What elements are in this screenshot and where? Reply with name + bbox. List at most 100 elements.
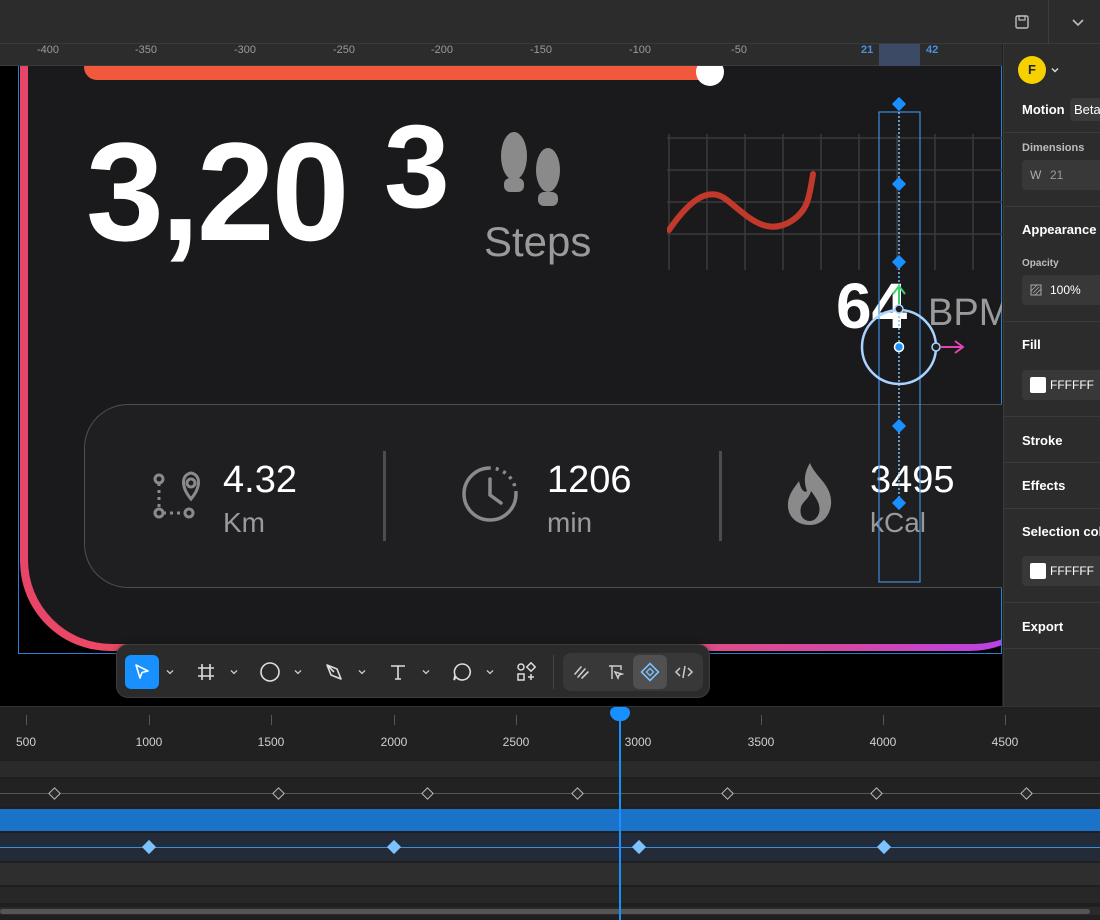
timeline-label: 4500 <box>991 735 1019 749</box>
flame-icon <box>787 463 832 525</box>
export-heading[interactable]: Export <box>1022 619 1063 634</box>
keyframe[interactable] <box>272 787 285 800</box>
steps-progress-bar[interactable] <box>84 66 712 80</box>
keyframe[interactable] <box>1020 787 1033 800</box>
avatar[interactable]: F <box>1018 56 1046 84</box>
stat-divider <box>719 451 722 541</box>
frame-tool-button[interactable] <box>189 655 223 689</box>
fill-swatch[interactable] <box>1030 377 1046 393</box>
keyframe[interactable] <box>421 787 434 800</box>
panel-divider <box>1004 508 1100 509</box>
chevron-down-icon[interactable] <box>1068 12 1088 32</box>
chevron-down-icon[interactable] <box>485 667 495 677</box>
ruler-tick: -100 <box>628 44 652 56</box>
stroke-heading[interactable]: Stroke <box>1022 433 1062 448</box>
timeline-ruler[interactable]: 500 1000 1500 2000 2500 3000 3500 4000 4… <box>0 707 1100 759</box>
track-line <box>0 793 1100 794</box>
duration-value[interactable]: 1206 <box>547 461 632 499</box>
text-tool-button[interactable] <box>381 655 415 689</box>
clock-icon <box>462 466 518 522</box>
pen-tool-icon <box>326 664 342 680</box>
assets-tool-button[interactable] <box>509 655 543 689</box>
steps-count[interactable]: 3,20 <box>86 122 349 262</box>
stats-panel[interactable]: 4.32 Km 1206 min 3495 kCal <box>84 404 1002 588</box>
calories-value[interactable]: 3495 <box>870 461 955 499</box>
timeline-track[interactable] <box>0 833 1100 861</box>
bpm-unit: BPM <box>928 292 1002 334</box>
fill-heading: Fill <box>1022 337 1041 352</box>
dev-mode-button[interactable] <box>667 655 701 689</box>
top-bar-divider <box>1048 0 1049 44</box>
selection-color-field[interactable]: FFFFFF <box>1022 556 1100 586</box>
design-mode-icon <box>609 665 625 680</box>
timeline-track[interactable] <box>0 887 1100 903</box>
timeline-track-selected[interactable] <box>0 809 1100 831</box>
bpm-value[interactable]: 64 <box>836 274 907 338</box>
panel-divider <box>1004 206 1100 207</box>
selection-hex: FFFFFF <box>1050 564 1094 578</box>
keyframe[interactable] <box>876 839 892 855</box>
chevron-down-icon[interactable] <box>165 667 175 677</box>
opacity-label: Opacity <box>1022 258 1059 269</box>
panel-divider <box>1004 648 1100 649</box>
pen-tool-button[interactable] <box>317 655 351 689</box>
timeline-label: 2000 <box>380 735 408 749</box>
ruler-tick: -150 <box>529 44 553 56</box>
keyframe[interactable] <box>141 839 157 855</box>
stat-divider <box>383 451 386 541</box>
design-mode-button[interactable] <box>599 655 633 689</box>
frame-tool-icon <box>198 664 214 680</box>
timeline-label: 1500 <box>257 735 285 749</box>
ellipse-tool-button[interactable] <box>253 655 287 689</box>
timeline-track[interactable] <box>0 779 1100 807</box>
opacity-field[interactable]: 100% <box>1022 275 1100 305</box>
comment-tool-button[interactable] <box>445 655 479 689</box>
chevron-down-icon[interactable] <box>293 667 303 677</box>
keyframe[interactable] <box>721 787 734 800</box>
keyframe[interactable] <box>386 839 402 855</box>
chevron-down-icon[interactable] <box>357 667 367 677</box>
steps-count-last-digit[interactable]: 3 <box>384 108 450 226</box>
ruler-tick: -50 <box>731 44 747 56</box>
selection-colors-heading: Selection col <box>1022 524 1100 539</box>
keyframe[interactable] <box>870 787 883 800</box>
horizontal-ruler: -400 -350 -300 -250 -200 -150 -100 -50 2… <box>0 44 1002 66</box>
fill-color-field[interactable]: FFFFFF <box>1022 370 1100 400</box>
mode-switcher <box>563 653 703 691</box>
timeline-tick <box>883 715 884 725</box>
prototype-mode-button[interactable] <box>633 655 667 689</box>
timeline-scrollbar-thumb[interactable] <box>0 909 1090 914</box>
keyframe[interactable] <box>571 787 584 800</box>
playhead[interactable] <box>619 707 621 920</box>
dev-mode-icon <box>674 665 694 679</box>
ruler-selection-end: 42 <box>926 44 939 56</box>
ruler-tick: -400 <box>36 44 60 56</box>
keyframe[interactable] <box>48 787 61 800</box>
appearance-heading: Appearance <box>1022 222 1097 237</box>
distance-value[interactable]: 4.32 <box>223 461 297 499</box>
save-icon[interactable] <box>1012 12 1032 32</box>
effects-heading[interactable]: Effects <box>1022 478 1065 493</box>
design-canvas[interactable]: 3,20 3 Steps 64 BPM 4.32 Km 1206 min 349… <box>0 66 1002 706</box>
comment-tool-icon <box>453 663 471 681</box>
draw-mode-icon <box>574 666 589 679</box>
selection-swatch[interactable] <box>1030 563 1046 579</box>
move-tool-icon <box>135 664 149 679</box>
bottom-toolbar <box>116 644 710 698</box>
motion-timeline[interactable]: 500 1000 1500 2000 2500 3000 3500 4000 4… <box>0 706 1100 920</box>
chevron-down-icon[interactable] <box>421 667 431 677</box>
draw-mode-button[interactable] <box>565 655 599 689</box>
tab-motion[interactable]: Motion <box>1022 102 1065 117</box>
timeline-track[interactable] <box>0 761 1100 777</box>
width-field[interactable]: W 21 <box>1022 160 1100 190</box>
chevron-down-icon[interactable] <box>1050 65 1060 75</box>
chevron-down-icon[interactable] <box>229 667 239 677</box>
move-tool-button[interactable] <box>125 655 159 689</box>
dimensions-label: Dimensions <box>1022 142 1085 154</box>
ruler-tick: -350 <box>134 44 158 56</box>
timeline-track[interactable] <box>0 863 1100 885</box>
assets-tool-icon <box>517 661 537 681</box>
timeline-label: 3500 <box>747 735 775 749</box>
keyframe[interactable] <box>631 839 647 855</box>
beta-badge[interactable]: Beta <box>1070 98 1100 121</box>
